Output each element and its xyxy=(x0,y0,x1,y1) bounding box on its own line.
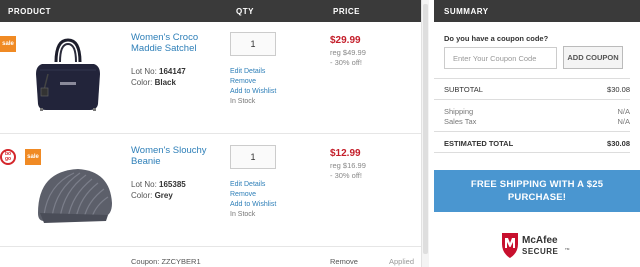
quantity-input[interactable] xyxy=(230,145,276,169)
handbag-image[interactable] xyxy=(34,34,102,114)
lot-label: Lot No: xyxy=(131,67,157,76)
shipping-label: Shipping xyxy=(444,107,474,116)
price-details: reg $49.99 - 30% off! xyxy=(330,48,366,68)
mcafee-secure-badge[interactable]: McAfee SECURE TM xyxy=(499,230,579,260)
beanie-image[interactable] xyxy=(34,165,114,225)
subtotal-value: $30.08 xyxy=(607,85,630,94)
discount-text: - 30% off! xyxy=(330,171,362,180)
stock-status: In Stock xyxy=(230,98,256,105)
product-meta: Lot No: 165385 Color: Grey xyxy=(131,179,186,201)
estimated-total-value: $30.08 xyxy=(607,139,630,148)
cart-scrollbar[interactable] xyxy=(421,0,429,267)
lot-number: 165385 xyxy=(159,180,186,189)
price-details: reg $16.99 - 30% off! xyxy=(330,161,366,181)
add-to-wishlist-link[interactable]: Add to Wishlist xyxy=(230,87,276,97)
item-actions: Edit Details Remove Add to Wishlist In S… xyxy=(230,67,276,107)
product-name-line1[interactable]: Women's Croco xyxy=(131,32,198,43)
coupon-code-input[interactable] xyxy=(444,47,557,69)
promo-line2: PURCHASE! xyxy=(507,192,567,203)
add-coupon-button[interactable]: ADD COUPON xyxy=(563,46,623,69)
product-name-line1[interactable]: Women's Slouchy xyxy=(131,145,207,156)
discount-text: - 30% off! xyxy=(330,58,362,67)
mcafee-shield-icon xyxy=(502,233,518,258)
free-shipping-banner[interactable]: FREE SHIPPING WITH A $25 PURCHASE! xyxy=(434,170,640,212)
add-to-wishlist-link[interactable]: Add to Wishlist xyxy=(230,200,276,210)
bogo-badge: bo go xyxy=(0,149,16,165)
shipping-value: N/A xyxy=(617,107,630,116)
summary-divider xyxy=(434,99,630,100)
quantity-input[interactable] xyxy=(230,32,276,56)
color-label: Color: xyxy=(131,78,153,87)
coupon-code: Coupon: ZZCYBER1 xyxy=(131,257,201,266)
color-label: Color: xyxy=(131,191,153,200)
remove-coupon-link[interactable]: Remove xyxy=(330,257,358,266)
remove-link[interactable]: Remove xyxy=(230,77,276,87)
product-meta: Lot No: 164147 Color: Black xyxy=(131,66,186,88)
product-name-link[interactable]: Women's Croco Maddie Satchel xyxy=(131,32,198,54)
product-name-line2[interactable]: Maddie Satchel xyxy=(131,43,198,54)
coupon-status: Applied xyxy=(389,257,415,266)
summary-header: SUMMARY xyxy=(434,0,640,22)
column-header-price: PRICE xyxy=(333,7,360,16)
cart-item-row: sale Women's Croco Maddie Satchel Lot No… xyxy=(0,22,421,134)
mcafee-trademark: TM xyxy=(565,247,570,251)
estimated-total-label: ESTIMATED TOTAL xyxy=(444,139,514,148)
column-header-qty: QTY xyxy=(236,7,254,16)
sale-price: $12.99 xyxy=(330,148,361,159)
regular-price: reg $49.99 xyxy=(330,48,366,57)
lot-label: Lot No: xyxy=(131,180,157,189)
sales-tax-label: Sales Tax xyxy=(444,117,477,126)
cart-table-header: PRODUCT QTY PRICE xyxy=(0,0,421,22)
subtotal-label: SUBTOTAL xyxy=(444,85,483,94)
summary-divider xyxy=(434,131,630,132)
summary-divider xyxy=(434,78,630,79)
edit-details-link[interactable]: Edit Details xyxy=(230,67,276,77)
mcafee-brand: McAfee xyxy=(522,235,558,246)
sale-badge: sale xyxy=(25,149,41,165)
promo-line1: FREE SHIPPING WITH A $25 xyxy=(470,179,604,190)
scrollbar-thumb[interactable] xyxy=(423,4,428,254)
coupon-row: Coupon: ZZCYBER1 Remove Applied xyxy=(0,248,421,267)
edit-details-link[interactable]: Edit Details xyxy=(230,180,276,190)
stock-status: In Stock xyxy=(230,211,256,218)
column-header-product: PRODUCT xyxy=(8,7,52,16)
cart-item-row: bo go sale Women's Slouchy Beanie Lot No… xyxy=(0,135,421,247)
sales-tax-value: N/A xyxy=(617,117,630,126)
product-name-line2[interactable]: Beanie xyxy=(131,156,207,167)
bogo-line2: go xyxy=(4,156,12,162)
coupon-question: Do you have a coupon code? xyxy=(444,34,549,43)
item-actions: Edit Details Remove Add to Wishlist In S… xyxy=(230,180,276,220)
summary-divider xyxy=(434,152,630,153)
color-value: Black xyxy=(154,78,176,87)
regular-price: reg $16.99 xyxy=(330,161,366,170)
lot-number: 164147 xyxy=(159,67,186,76)
sale-price: $29.99 xyxy=(330,35,361,46)
color-value: Grey xyxy=(154,191,173,200)
remove-link[interactable]: Remove xyxy=(230,190,276,200)
mcafee-secure-text: SECURE xyxy=(522,247,559,256)
summary-title: SUMMARY xyxy=(444,7,489,16)
product-name-link[interactable]: Women's Slouchy Beanie xyxy=(131,145,207,167)
sale-badge: sale xyxy=(0,36,16,52)
